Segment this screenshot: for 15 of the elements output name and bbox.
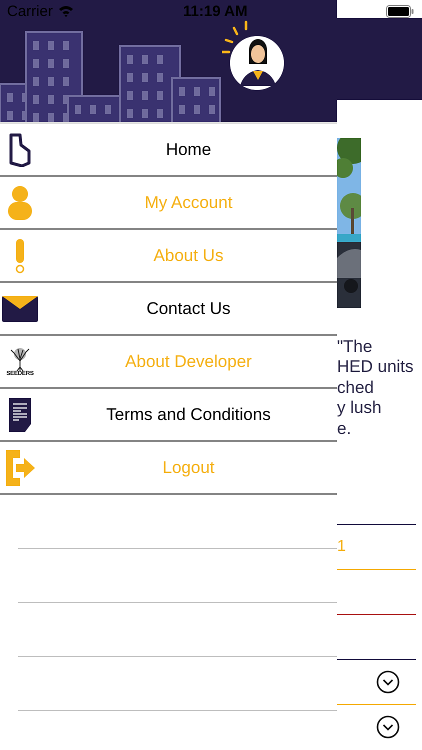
battery-icon xyxy=(386,5,414,18)
wifi-icon xyxy=(58,5,74,17)
document-icon xyxy=(7,398,33,432)
user-icon xyxy=(7,184,33,220)
chevron-down-icon[interactable] xyxy=(376,670,400,694)
logout-icon xyxy=(4,450,36,486)
envelope-icon xyxy=(2,296,38,322)
logo-icon xyxy=(8,132,32,166)
avatar-icon xyxy=(222,18,286,90)
tree-icon xyxy=(9,346,31,370)
description-text: "The HED units ched y lush e. xyxy=(337,336,415,439)
exclamation-icon xyxy=(14,238,26,274)
carrier-label: Carrier xyxy=(7,2,53,20)
chevron-down-icon[interactable] xyxy=(376,715,400,739)
status-time: 11:19 AM xyxy=(183,3,248,20)
